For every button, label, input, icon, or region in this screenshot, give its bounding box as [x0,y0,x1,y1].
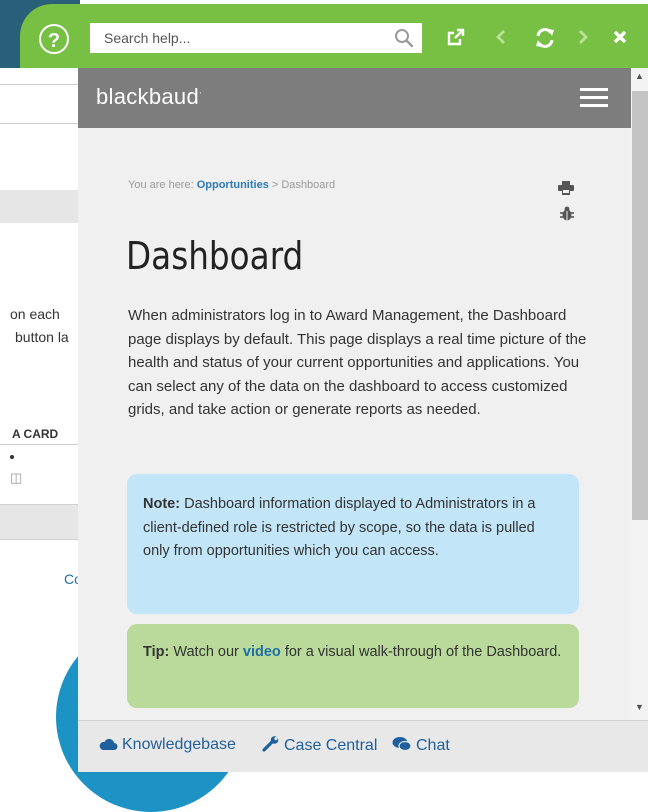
case-central-link[interactable]: Case Central [262,736,377,755]
tip-label: Tip: [143,644,170,660]
background-column-header: A CARD [12,427,59,441]
wrench-icon [262,736,279,752]
tip-callout: Tip: Watch our video for a visual walk-t… [127,624,579,708]
hamburger-menu-icon[interactable] [580,88,608,108]
note-callout: Note: Dashboard information displayed to… [127,474,579,614]
close-icon[interactable] [612,27,628,47]
chat-icon [392,737,412,752]
forward-icon[interactable] [576,27,590,47]
breadcrumb: You are here: Opportunities > Dashboard [128,179,336,191]
refresh-icon[interactable] [534,27,556,49]
search-icon[interactable] [394,27,414,49]
note-text: Dashboard information displayed to Admin… [143,496,536,559]
breadcrumb-link-opportunities[interactable]: Opportunities [197,179,269,191]
help-icon[interactable]: ? [39,24,69,54]
bug-report-icon[interactable] [560,206,574,222]
scrollbar-thumb[interactable] [632,91,648,520]
chat-link[interactable]: Chat [392,736,450,755]
intro-paragraph: When administrators log in to Award Mana… [128,307,587,418]
background-section-bar [0,504,80,540]
search-input[interactable]: Search help... [90,23,422,53]
background-text-line: button la [15,329,69,345]
background-text-line: on each [10,306,60,322]
note-label: Note: [143,496,181,512]
print-icon[interactable] [558,181,574,195]
background-radio[interactable] [10,455,14,459]
background-section-bar [0,190,80,223]
scroll-down-arrow-icon[interactable]: ▼ [635,702,644,712]
knowledgebase-link[interactable]: Knowledgebase [98,736,236,754]
background-trash-icon[interactable]: ◫ [10,470,22,486]
external-link-icon[interactable] [446,27,466,47]
video-link[interactable]: video [243,644,281,660]
back-icon[interactable] [494,27,508,47]
breadcrumb-current: Dashboard [281,179,336,191]
scroll-up-arrow-icon[interactable]: ▲ [635,71,644,81]
blackbaud-logo[interactable]: blackbaud· [96,84,202,110]
cloud-icon [99,738,118,750]
background-input[interactable] [0,84,80,124]
page-title: Dashboard [126,234,304,278]
background-divider [0,444,80,445]
